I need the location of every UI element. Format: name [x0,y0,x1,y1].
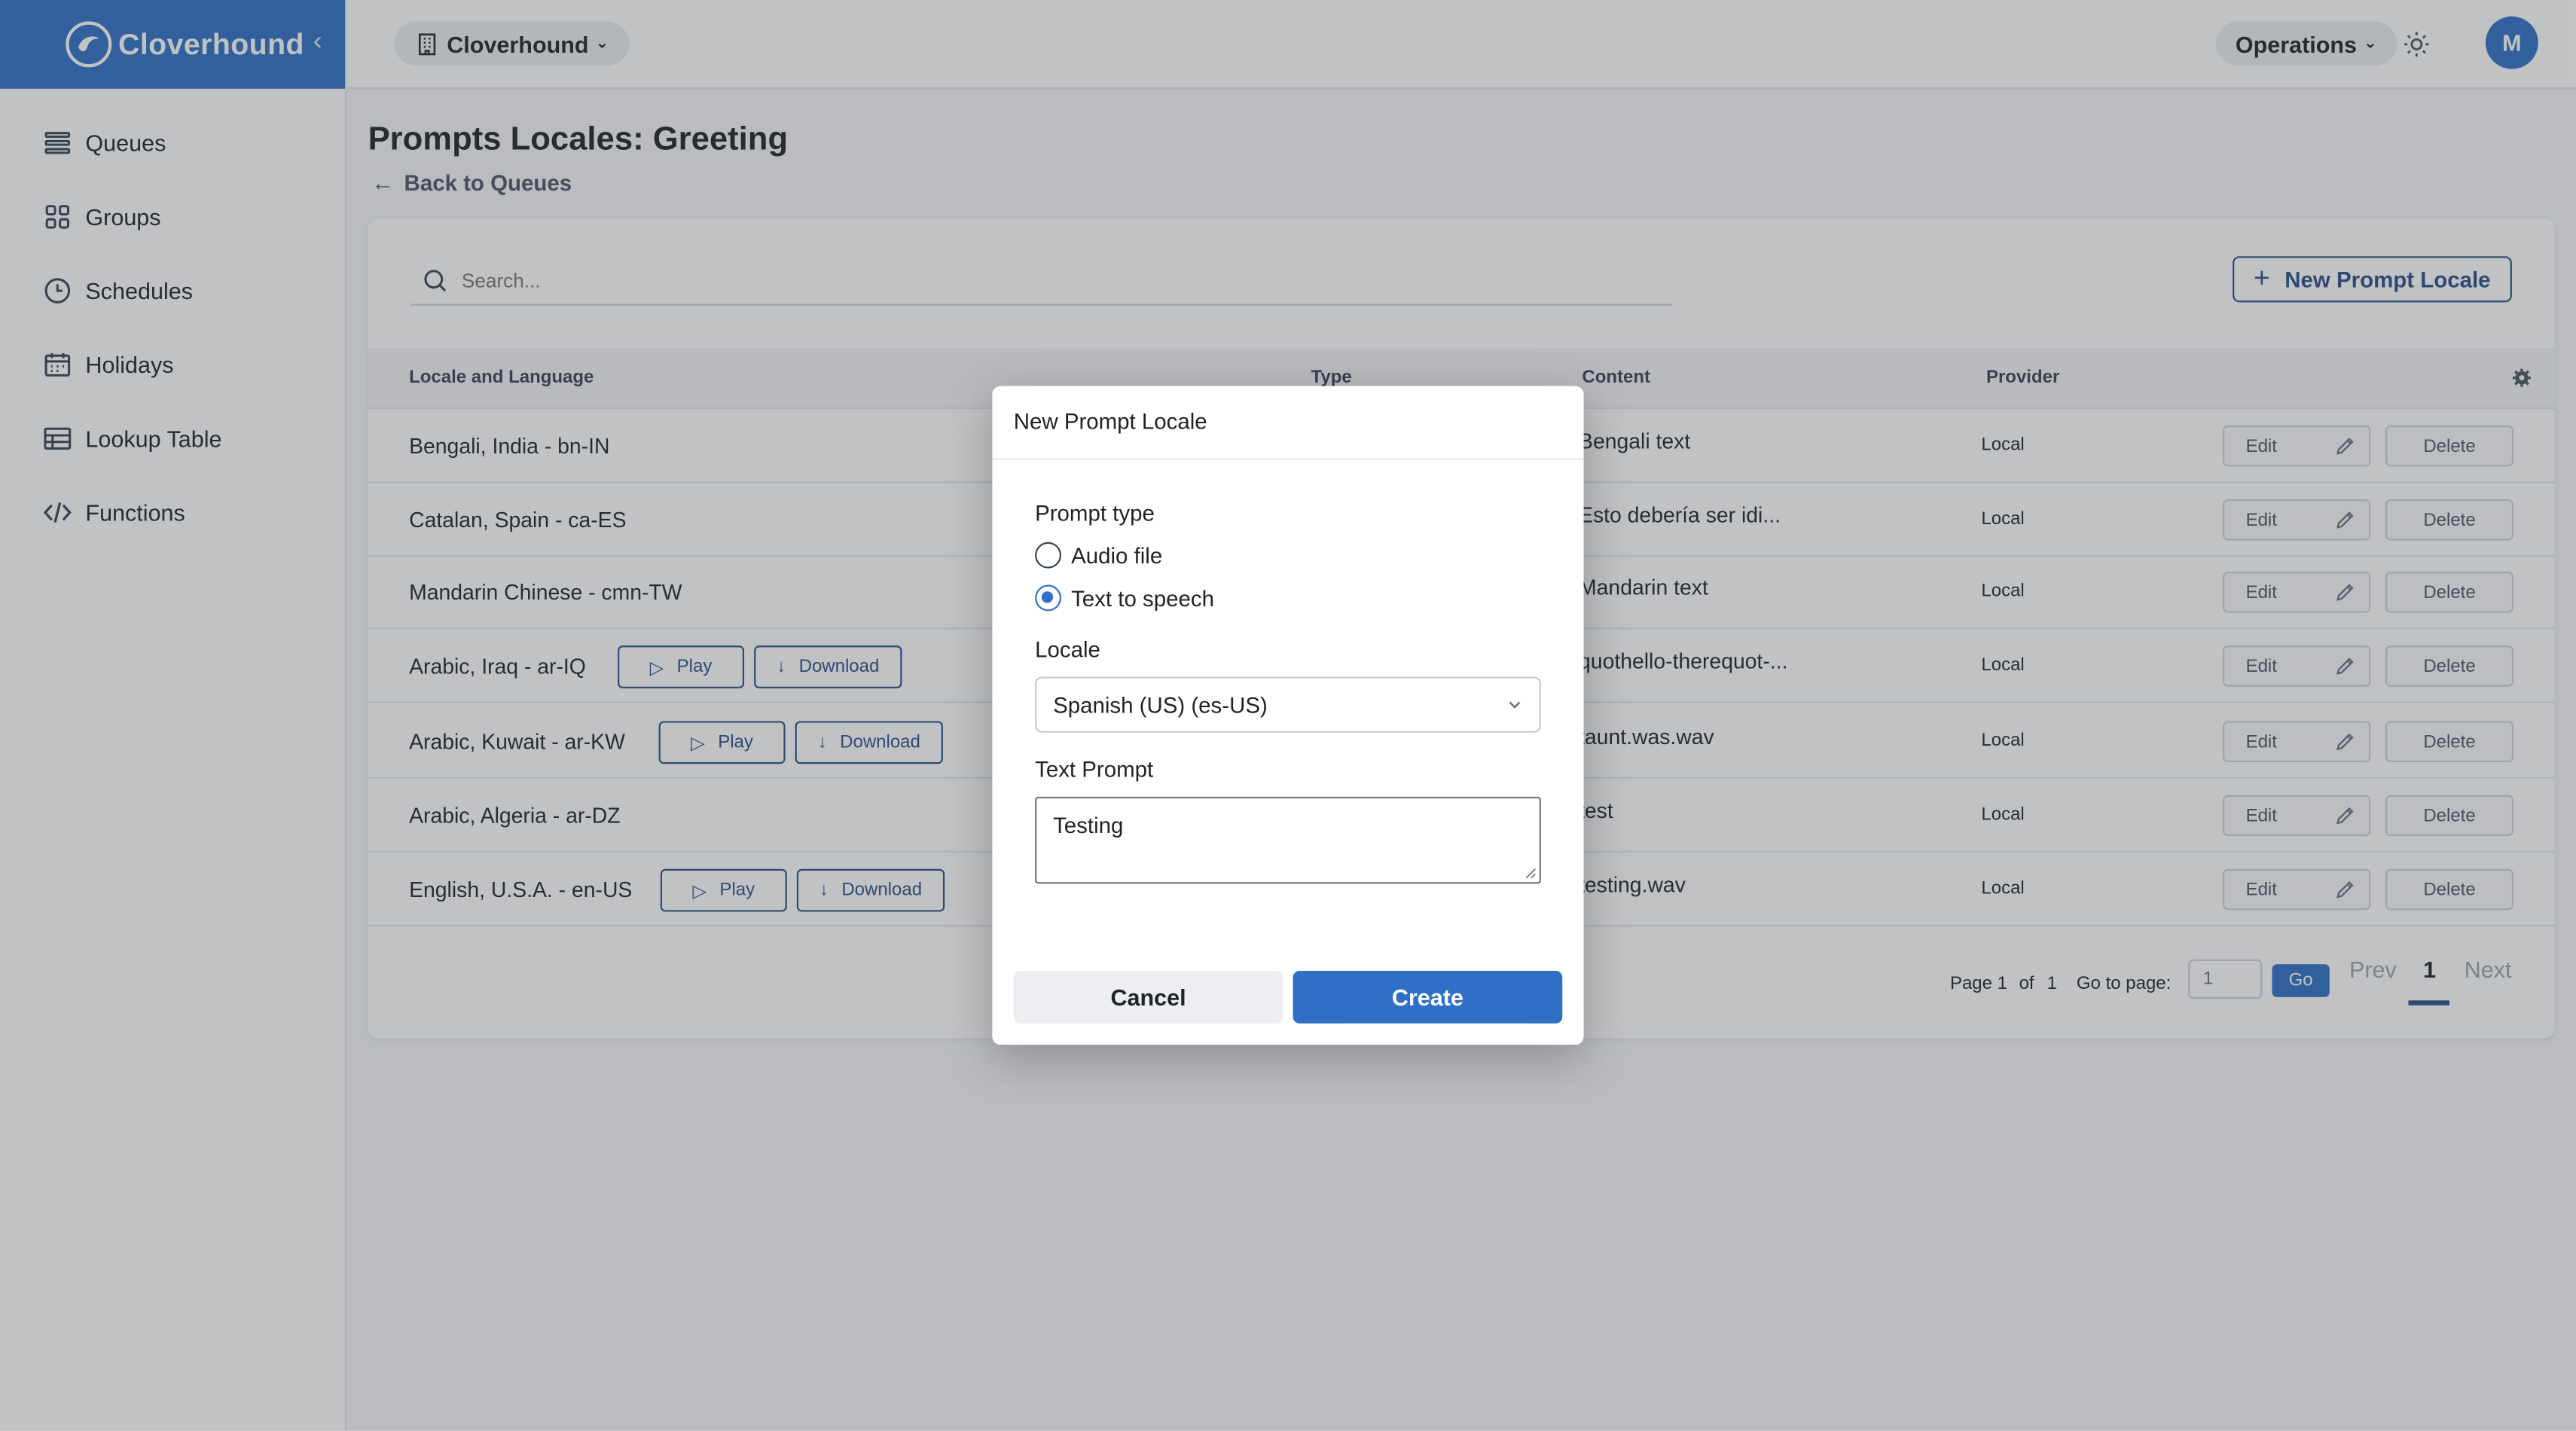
new-prompt-locale-modal: New Prompt Locale Prompt type Audio file… [992,386,1584,1045]
radio-tts-label: Text to speech [1071,585,1214,611]
radio-button-selected[interactable] [1035,584,1061,612]
locale-select-value: Spanish (US) (es-US) [1053,693,1268,719]
text-prompt-value: Testing [1053,813,1124,838]
prompt-type-label: Prompt type [1035,501,1155,526]
radio-button[interactable] [1035,542,1061,569]
modal-title: New Prompt Locale [992,386,1584,460]
locale-label: Locale [1035,637,1100,662]
text-prompt-label: Text Prompt [1035,757,1154,783]
create-button[interactable]: Create [1293,971,1563,1024]
resize-handle-icon[interactable] [1525,868,1536,879]
chevron-down-icon [1509,701,1521,709]
cancel-button[interactable]: Cancel [1013,971,1283,1024]
text-prompt-textarea[interactable]: Testing [1035,796,1541,884]
locale-select[interactable]: Spanish (US) (es-US) [1035,676,1541,733]
radio-audio-label: Audio file [1071,542,1163,568]
radio-audio-file[interactable]: Audio file [1035,542,1162,569]
radio-text-to-speech[interactable]: Text to speech [1035,584,1214,612]
